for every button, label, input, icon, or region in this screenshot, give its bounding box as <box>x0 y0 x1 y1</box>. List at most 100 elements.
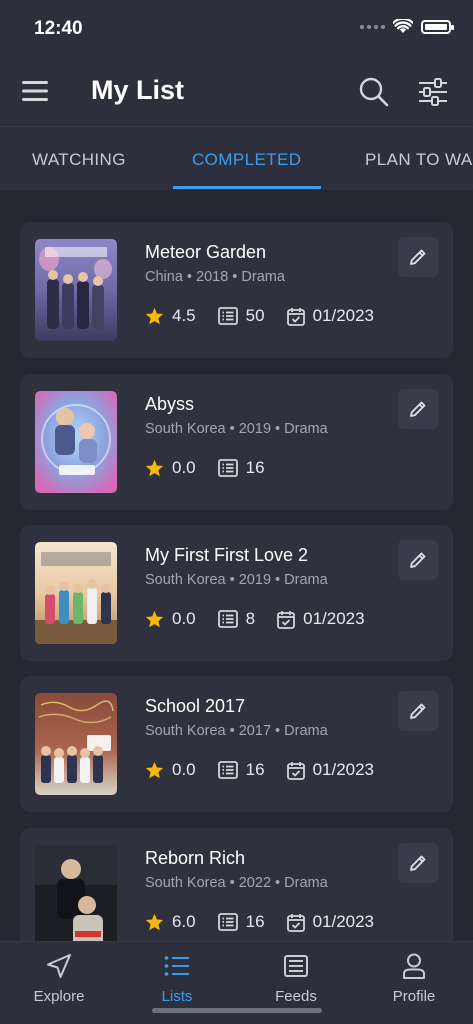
wifi-icon <box>393 19 413 33</box>
completed-date: 01/2023 <box>277 609 365 629</box>
rating: 0.0 <box>145 760 196 780</box>
status-time: 12:40 <box>34 18 83 39</box>
date-value: 01/2023 <box>312 306 375 325</box>
rating: 6.0 <box>145 912 196 932</box>
tab-watching[interactable]: WATCHING <box>32 150 126 170</box>
drama-title: My First First Love 2 <box>145 545 309 565</box>
nav-label: Lists <box>161 988 193 1005</box>
edit-button[interactable] <box>398 237 438 277</box>
drama-title: Meteor Garden <box>145 242 267 262</box>
drama-meta: China • 2018 • Drama <box>145 269 285 285</box>
edit-button[interactable] <box>398 691 438 731</box>
date-value: 01/2023 <box>312 760 375 779</box>
rating: 0.0 <box>145 609 196 629</box>
calendar-check-icon <box>286 307 305 326</box>
episodes-value: 50 <box>245 306 265 325</box>
status-bar: 12:40 <box>0 0 473 56</box>
person-icon <box>403 953 425 979</box>
rating: 0.0 <box>145 458 196 478</box>
rating-value: 0.0 <box>172 760 196 779</box>
status-icons <box>360 19 454 34</box>
episode-list-icon <box>217 913 238 931</box>
date-value: 01/2023 <box>312 912 375 931</box>
nav-label: Profile <box>392 988 436 1005</box>
episodes: 16 <box>217 458 265 478</box>
episode-list-icon <box>217 761 238 779</box>
episode-list-icon <box>217 459 238 477</box>
episodes-value: 8 <box>245 609 256 628</box>
drama-title: School 2017 <box>145 696 246 716</box>
nav-explore[interactable]: Explore <box>0 952 118 1005</box>
nav-profile[interactable]: Profile <box>355 952 473 1005</box>
list-tabs: WATCHING COMPLETED PLAN TO WA <box>0 126 473 190</box>
calendar-check-icon <box>277 610 296 629</box>
list-item[interactable]: My First First Love 2 South Korea • 2019… <box>20 525 453 661</box>
edit-button[interactable] <box>398 843 438 883</box>
app-header: My List <box>0 56 473 126</box>
my-first-first-love-2-poster <box>35 542 117 644</box>
episodes-value: 16 <box>245 912 265 931</box>
drama-title: Reborn Rich <box>145 848 246 868</box>
pencil-icon <box>410 401 426 417</box>
episode-list-icon <box>217 610 238 628</box>
drama-stats: 6.0 16 01/2023 <box>145 911 396 933</box>
completed-date: 01/2023 <box>286 912 375 932</box>
page-title: My List <box>91 75 185 105</box>
drama-meta: South Korea • 2017 • Drama <box>145 723 328 739</box>
episodes: 8 <box>217 609 256 629</box>
newspaper-icon <box>284 955 308 977</box>
episodes: 50 <box>217 306 265 326</box>
school-2017-poster <box>35 693 117 795</box>
sliders-filter-icon <box>419 78 447 106</box>
completed-date: 01/2023 <box>286 306 375 326</box>
search-icon <box>359 77 389 107</box>
star-icon <box>145 307 164 325</box>
episodes: 16 <box>217 912 265 932</box>
star-icon <box>145 913 164 931</box>
star-icon <box>145 459 164 477</box>
pencil-icon <box>410 703 426 719</box>
edit-button[interactable] <box>398 389 438 429</box>
tab-plan-to-watch[interactable]: PLAN TO WA <box>365 150 473 170</box>
drama-stats: 4.5 50 01/2023 <box>145 305 396 327</box>
drama-meta: South Korea • 2019 • Drama <box>145 421 328 437</box>
drama-stats: 0.0 16 <box>145 457 287 479</box>
episodes: 16 <box>217 760 265 780</box>
nav-label: Explore <box>33 988 85 1005</box>
rating-value: 0.0 <box>172 609 196 628</box>
drama-meta: South Korea • 2022 • Drama <box>145 875 328 891</box>
star-icon <box>145 610 164 628</box>
episodes-value: 16 <box>245 760 265 779</box>
menu-button[interactable] <box>22 80 48 102</box>
battery-icon <box>421 19 454 34</box>
tab-completed[interactable]: COMPLETED <box>192 150 301 170</box>
reborn-rich-poster <box>35 845 117 947</box>
pencil-icon <box>410 552 426 568</box>
drama-stats: 0.0 16 01/2023 <box>145 759 396 781</box>
episodes-value: 16 <box>245 458 265 477</box>
drama-title: Abyss <box>145 394 195 414</box>
star-icon <box>145 761 164 779</box>
episode-list-icon <box>217 307 238 325</box>
nav-lists[interactable]: Lists <box>118 952 236 1005</box>
rating-value: 0.0 <box>172 458 196 477</box>
meteor-garden-poster <box>35 239 117 341</box>
nav-feeds[interactable]: Feeds <box>237 952 355 1005</box>
rating: 4.5 <box>145 306 196 326</box>
cellular-signal-icon <box>360 24 385 29</box>
calendar-check-icon <box>286 913 305 932</box>
edit-button[interactable] <box>398 540 438 580</box>
hamburger-menu-icon <box>22 81 48 101</box>
completed-date: 01/2023 <box>286 760 375 780</box>
pencil-icon <box>410 249 426 265</box>
navigation-arrow-icon <box>47 954 71 978</box>
home-indicator <box>152 1008 322 1013</box>
list-item[interactable]: Abyss South Korea • 2019 • Drama 0.0 16 <box>20 374 453 510</box>
filter-button[interactable] <box>417 76 449 108</box>
list-item[interactable]: Meteor Garden China • 2018 • Drama 4.5 5… <box>20 222 453 358</box>
list-icon <box>164 956 189 976</box>
date-value: 01/2023 <box>303 609 365 628</box>
list-item[interactable]: School 2017 South Korea • 2017 • Drama 0… <box>20 676 453 812</box>
calendar-check-icon <box>286 761 305 780</box>
search-button[interactable] <box>358 76 390 108</box>
